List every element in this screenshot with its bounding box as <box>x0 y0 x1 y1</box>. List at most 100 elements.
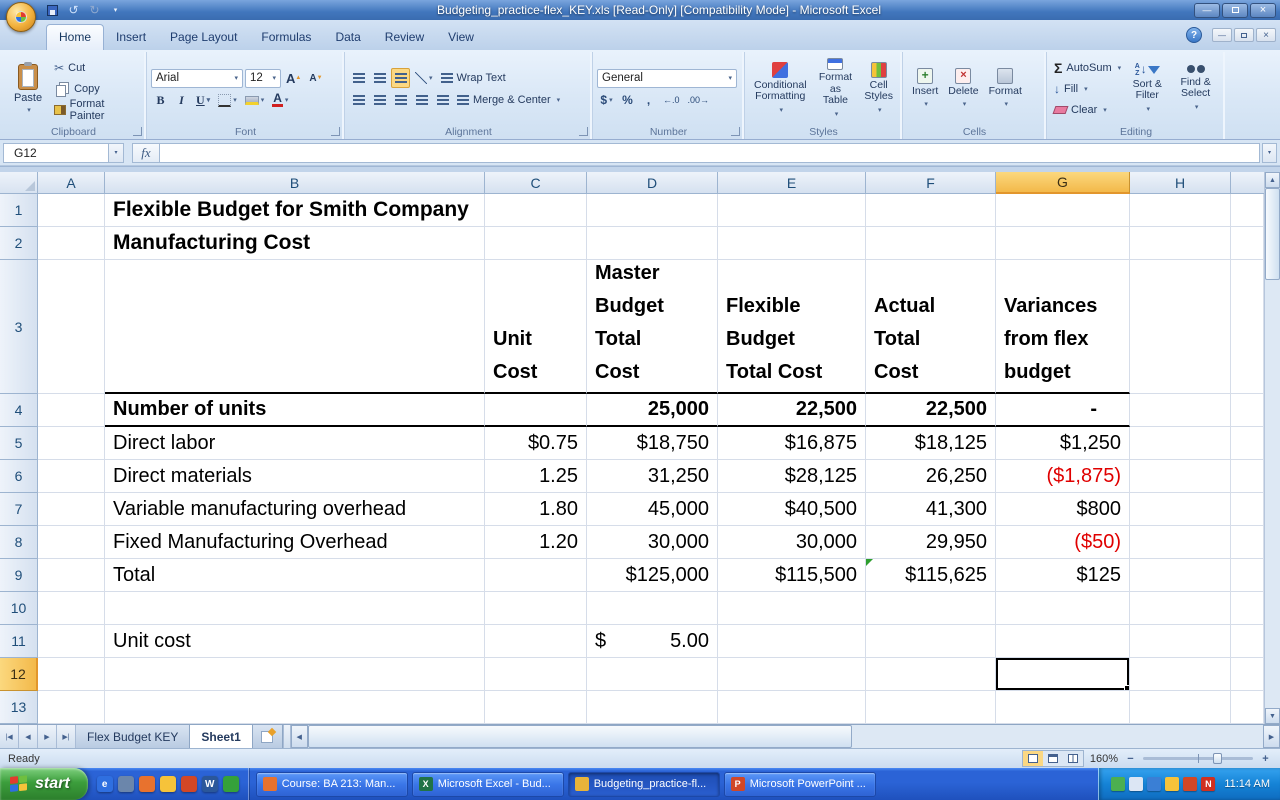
cell-G3[interactable]: Variances from flex budget <box>996 260 1130 394</box>
cell-G10[interactable] <box>996 592 1130 625</box>
column-header-B[interactable]: B <box>105 172 485 194</box>
cell-D2[interactable] <box>587 227 718 260</box>
media-player-icon[interactable] <box>180 776 197 792</box>
formula-bar-expand-button[interactable]: ▾ <box>1262 142 1277 163</box>
customize-qat-button[interactable]: ▾ <box>107 2 124 18</box>
align-left-button[interactable] <box>349 90 368 110</box>
cell-E4[interactable]: 22,500 <box>718 394 866 427</box>
cell-C13[interactable] <box>485 691 587 724</box>
row-header-2[interactable]: 2 <box>0 227 38 260</box>
scroll-down-button[interactable]: ▼ <box>1265 708 1280 724</box>
undo-button[interactable]: ↺ <box>65 2 82 18</box>
wrap-text-button[interactable]: Wrap Text <box>438 69 509 88</box>
cell-A12[interactable] <box>38 658 105 691</box>
cell-C1[interactable] <box>485 194 587 227</box>
messenger-icon[interactable] <box>1183 777 1198 791</box>
workbook-minimize-button[interactable]: — <box>1212 28 1232 42</box>
increase-decimal-button[interactable]: ←.0 <box>660 90 683 110</box>
workbook-close-button[interactable]: × <box>1256 28 1276 42</box>
zoom-slider[interactable] <box>1143 753 1253 764</box>
cell-H3[interactable] <box>1130 260 1231 394</box>
delete-cells-button[interactable]: × Delete ▾ <box>943 58 983 120</box>
cell-E2[interactable] <box>718 227 866 260</box>
zoom-out-button[interactable]: − <box>1124 753 1137 765</box>
cell-F6[interactable]: 26,250 <box>866 460 996 493</box>
cell-B10[interactable] <box>105 592 485 625</box>
cell-H12[interactable] <box>1130 658 1231 691</box>
orientation-button[interactable]: ▾ <box>412 68 436 88</box>
alignment-dialog-launcher[interactable] <box>579 127 588 136</box>
cell-H9[interactable] <box>1130 559 1231 592</box>
firefox-icon[interactable] <box>138 776 155 792</box>
next-sheet-button[interactable]: ▶ <box>38 725 57 748</box>
cell-F4[interactable]: 22,500 <box>866 394 996 427</box>
cell-E8[interactable]: 30,000 <box>718 526 866 559</box>
cell-F3[interactable]: Actual Total Cost <box>866 260 996 394</box>
cell-G13[interactable] <box>996 691 1130 724</box>
row-header-11[interactable]: 11 <box>0 625 38 658</box>
cell-F8[interactable]: 29,950 <box>866 526 996 559</box>
tab-split-handle[interactable] <box>282 725 291 748</box>
borders-button[interactable]: ▾ <box>215 90 240 110</box>
internet-explorer-icon[interactable]: e <box>96 776 113 792</box>
cell-B7[interactable]: Variable manufacturing overhead <box>105 493 485 526</box>
align-center-button[interactable] <box>370 90 389 110</box>
font-color-button[interactable]: A ▾ <box>269 90 291 110</box>
ribbon-tab-review[interactable]: Review <box>373 25 436 50</box>
cut-button[interactable]: ✂ Cut <box>51 59 142 78</box>
cell-G4[interactable]: - <box>996 394 1130 427</box>
row-header-13[interactable]: 13 <box>0 691 38 724</box>
workbook-restore-button[interactable] <box>1234 28 1254 42</box>
cell-C3[interactable]: Unit Cost <box>485 260 587 394</box>
close-button[interactable]: × <box>1250 2 1276 18</box>
cell-A9[interactable] <box>38 559 105 592</box>
cell-F1[interactable] <box>866 194 996 227</box>
word-icon[interactable]: W <box>201 776 218 792</box>
cell-H8[interactable] <box>1130 526 1231 559</box>
align-right-button[interactable] <box>391 90 410 110</box>
conditional-formatting-button[interactable]: Conditional Formatting ▾ <box>749 58 812 120</box>
vertical-scroll-track[interactable] <box>1265 280 1280 708</box>
grow-font-button[interactable]: A ▲ <box>283 68 304 88</box>
cell-G11[interactable] <box>996 625 1130 658</box>
cell-H4[interactable] <box>1130 394 1231 427</box>
messenger-icon[interactable] <box>222 776 239 792</box>
sheet-tab-flex-budget-key[interactable]: Flex Budget KEY <box>76 725 191 748</box>
cell-H11[interactable] <box>1130 625 1231 658</box>
zoom-slider-thumb[interactable] <box>1213 753 1223 764</box>
network-icon[interactable] <box>1147 777 1162 791</box>
clipboard-dialog-launcher[interactable] <box>133 127 142 136</box>
cell-B4[interactable]: Number of units <box>105 394 485 427</box>
cell-G6[interactable]: ($1,875) <box>996 460 1130 493</box>
taskbar-window-budgeting-practice-fl[interactable]: Budgeting_practice-fl... <box>567 771 720 797</box>
show-desktop-icon[interactable] <box>117 776 134 792</box>
scroll-right-button[interactable]: ▶ <box>1263 725 1280 748</box>
cell-C4[interactable] <box>485 394 587 427</box>
cell-G9[interactable]: $125 <box>996 559 1130 592</box>
cell-H7[interactable] <box>1130 493 1231 526</box>
cell-B5[interactable]: Direct labor <box>105 427 485 460</box>
vertical-scroll-thumb[interactable] <box>1265 188 1280 280</box>
scroll-left-button[interactable]: ◀ <box>290 725 308 748</box>
cell-C10[interactable] <box>485 592 587 625</box>
cell-G5[interactable]: $1,250 <box>996 427 1130 460</box>
updates-icon[interactable] <box>1165 777 1180 791</box>
cell-G8[interactable]: ($50) <box>996 526 1130 559</box>
taskbar-window-microsoft-powerpoint[interactable]: P Microsoft PowerPoint ... <box>723 771 876 797</box>
cell-C12[interactable] <box>485 658 587 691</box>
cell-C5[interactable]: $0.75 <box>485 427 587 460</box>
column-header-G[interactable]: G <box>996 172 1130 194</box>
vertical-scrollbar[interactable]: ▲ ▼ <box>1264 172 1280 724</box>
cell-E7[interactable]: $40,500 <box>718 493 866 526</box>
top-align-button[interactable] <box>349 68 368 88</box>
cell-G12[interactable] <box>996 658 1130 691</box>
format-painter-button[interactable]: Format Painter <box>51 98 142 122</box>
save-button[interactable] <box>44 2 61 18</box>
cell-A6[interactable] <box>38 460 105 493</box>
horizontal-scroll-thumb[interactable] <box>307 725 852 748</box>
horizontal-scrollbar[interactable]: ◀ ▶ <box>290 725 1280 748</box>
column-header-H[interactable]: H <box>1130 172 1231 194</box>
help-button[interactable]: ? <box>1186 27 1202 43</box>
column-header-A[interactable]: A <box>38 172 105 194</box>
cell-D3[interactable]: Master Budget Total Cost <box>587 260 718 394</box>
